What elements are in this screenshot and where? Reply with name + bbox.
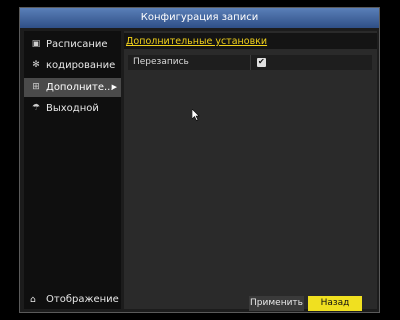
check-icon: ✔ [258, 57, 265, 66]
row-divider [250, 55, 251, 70]
schedule-icon: ▣ [31, 39, 41, 49]
advanced-icon: ⊞ [32, 82, 40, 92]
record-config-window: Конфигурация записи ▣ Расписание ✻ кодир… [19, 7, 380, 313]
sidebar-item-label: Выходной [46, 103, 99, 114]
chevron-right-icon: ▶ [111, 83, 117, 91]
sidebar-item-holiday[interactable]: ☂ Выходной [24, 99, 121, 118]
overwrite-label: Перезапись [133, 57, 189, 67]
sidebar-item-display[interactable]: ⌂ Отображение [24, 291, 121, 309]
sidebar-item-label: Отображение [46, 294, 119, 305]
home-icon: ⌂ [30, 295, 36, 305]
sidebar: ▣ Расписание ✻ кодирование ⊞ Дополните..… [24, 31, 121, 309]
sidebar-item-schedule[interactable]: ▣ Расписание [24, 35, 121, 54]
window-title: Конфигурация записи [20, 8, 379, 28]
gear-icon: ✻ [32, 60, 40, 70]
holiday-icon: ☂ [31, 103, 41, 113]
overwrite-row: Перезапись ✔ [128, 55, 372, 70]
sidebar-item-encoding[interactable]: ✻ кодирование [24, 56, 121, 75]
sidebar-item-advanced[interactable]: ⊞ Дополните... ▶ [24, 78, 121, 97]
sidebar-item-label: Расписание [46, 39, 108, 50]
apply-button[interactable]: Применить [249, 296, 304, 311]
sidebar-item-label: Дополните... [46, 82, 114, 93]
sidebar-item-label: кодирование [46, 60, 116, 71]
overwrite-checkbox[interactable]: ✔ [257, 57, 266, 67]
back-button[interactable]: Назад [308, 296, 362, 311]
mouse-pointer-icon [192, 109, 200, 121]
section-title: Дополнительные установки [126, 36, 268, 47]
content-panel: Дополнительные установки Перезапись ✔ [124, 31, 377, 309]
section-header: Дополнительные установки [124, 33, 377, 49]
